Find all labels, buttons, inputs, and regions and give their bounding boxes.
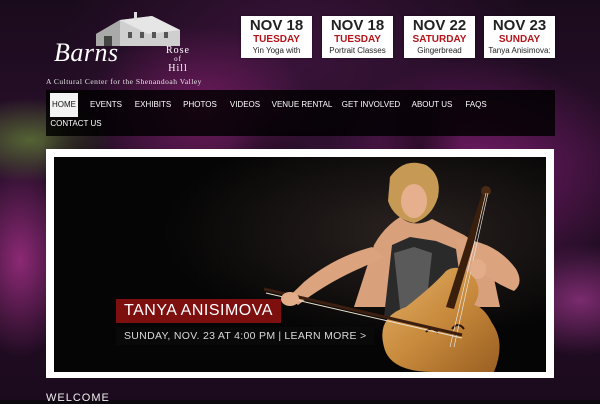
nav-about-us[interactable]: ABOUT US	[408, 93, 456, 117]
caption-separator: |	[278, 330, 282, 342]
logo-hill-text: Hill	[168, 63, 188, 74]
nav-faqs[interactable]: FAQS	[462, 93, 490, 117]
logo-rose-of-hill: Rose of Hill	[158, 45, 198, 74]
nav-videos[interactable]: VIDEOS	[226, 93, 264, 117]
event-day: SUNDAY	[498, 34, 541, 45]
event-card[interactable]: NOV 22 SATURDAY Gingerbread	[404, 16, 475, 58]
featured-slider[interactable]: TANYA ANISIMOVA SUNDAY, NOV. 23 AT 4:00 …	[46, 149, 554, 378]
site-logo[interactable]: Barns Rose of Hill A Cultural Center for…	[46, 12, 236, 86]
event-date: NOV 18	[249, 17, 304, 34]
nav-contact-us[interactable]: CONTACT US	[50, 112, 102, 136]
event-date: NOV 22	[412, 17, 467, 34]
learn-more-link[interactable]: LEARN MORE >	[284, 330, 366, 342]
event-card[interactable]: NOV 18 TUESDAY Yin Yoga with	[241, 16, 312, 58]
event-date: NOV 23	[492, 17, 547, 34]
event-card[interactable]: NOV 18 TUESDAY Portrait Classes	[322, 16, 393, 58]
event-title: Portrait Classes	[329, 46, 386, 55]
welcome-heading: WELCOME	[46, 392, 110, 404]
logo-wordmark: Barns	[54, 38, 119, 67]
event-title: Yin Yoga with	[252, 46, 301, 55]
event-day: TUESDAY	[334, 34, 381, 45]
event-day: TUESDAY	[253, 34, 300, 45]
upcoming-events: NOV 18 TUESDAY Yin Yoga with NOV 18 TUES…	[241, 16, 556, 58]
slide-caption[interactable]: SUNDAY, NOV. 23 AT 4:00 PM | LEARN MORE >	[116, 327, 375, 345]
slide-title[interactable]: TANYA ANISIMOVA	[116, 299, 281, 323]
featured-slide[interactable]: TANYA ANISIMOVA SUNDAY, NOV. 23 AT 4:00 …	[54, 157, 546, 372]
logo-tagline: A Cultural Center for the Shenandoah Val…	[46, 77, 202, 86]
nav-get-involved[interactable]: GET INVOLVED	[340, 93, 402, 117]
main-nav: HOME EVENTS EXHIBITS PHOTOS VIDEOS VENUE…	[46, 90, 555, 136]
event-card[interactable]: NOV 23 SUNDAY Tanya Anisimova:	[484, 16, 555, 58]
nav-photos[interactable]: PHOTOS	[180, 93, 220, 117]
event-title: Tanya Anisimova:	[488, 46, 551, 55]
event-date: NOV 18	[330, 17, 385, 34]
event-day: SATURDAY	[412, 34, 467, 45]
nav-venue-rental[interactable]: VENUE RENTAL	[270, 93, 334, 117]
event-title: Gingerbread	[417, 46, 462, 55]
nav-exhibits[interactable]: EXHIBITS	[132, 93, 174, 117]
slide-date: SUNDAY, NOV. 23 AT 4:00 PM	[124, 330, 276, 342]
logo-rose-text: Rose	[166, 45, 190, 56]
